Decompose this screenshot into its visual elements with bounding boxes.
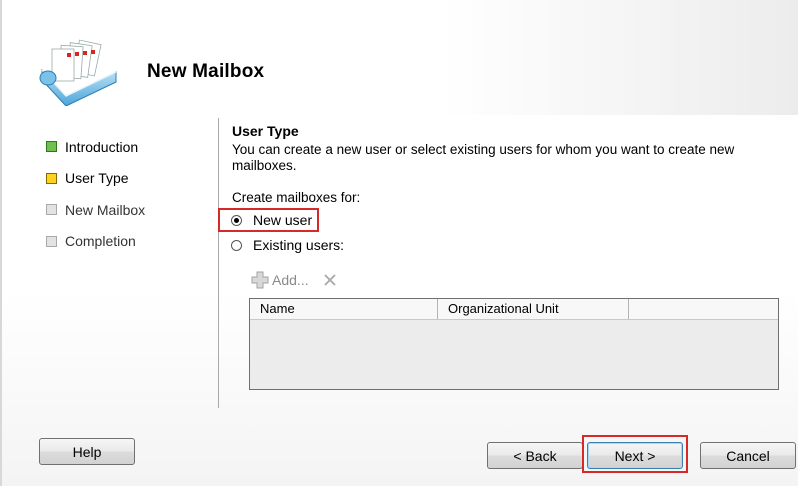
wizard-header: New Mailbox [2,0,798,115]
column-header-organizational-unit[interactable]: Organizational Unit [438,299,629,319]
wizard-window: New Mailbox Introduction User Type New M… [0,0,798,486]
add-button[interactable]: Add... [272,272,309,288]
delete-x-icon[interactable] [323,273,337,287]
new-user-highlight [218,208,319,232]
help-button[interactable]: Help [39,438,135,465]
step-label: Introduction [65,138,139,155]
step-pending-icon [46,204,57,216]
content-panel: User Type You can create a new user or s… [232,123,772,205]
section-title: User Type [232,123,299,139]
next-highlight [582,435,688,473]
step-pending-icon [46,235,57,247]
step-user-type: User Type [46,163,145,195]
column-header-name[interactable]: Name [250,299,438,319]
step-completed-icon [46,141,57,153]
grid-header: Name Organizational Unit [250,299,778,320]
radio-label[interactable]: Existing users: [253,237,344,253]
page-title: New Mailbox [147,61,265,82]
back-button[interactable]: < Back [487,442,583,469]
section-description: You can create a new user or select exis… [232,142,735,173]
step-label: Completion [65,233,136,250]
wizard-steps: Introduction User Type New Mailbox Compl… [46,131,145,257]
add-icon [251,271,269,289]
step-label: New Mailbox [65,201,146,218]
steps-divider [218,118,219,408]
radio-unchecked-icon[interactable] [231,239,242,251]
step-current-icon [46,172,57,184]
column-header-filler [629,299,778,319]
users-toolbar: Add... [251,271,337,289]
step-label: User Type [65,170,129,187]
users-grid[interactable]: Name Organizational Unit [249,298,779,390]
radio-existing-users[interactable]: Existing users: [231,237,344,253]
step-introduction: Introduction [46,131,145,163]
create-for-label: Create mailboxes for: [232,190,361,205]
cancel-button[interactable]: Cancel [700,442,796,469]
mailbox-stack-icon [39,39,117,106]
step-new-mailbox: New Mailbox [46,194,145,226]
step-completion: Completion [46,226,145,258]
